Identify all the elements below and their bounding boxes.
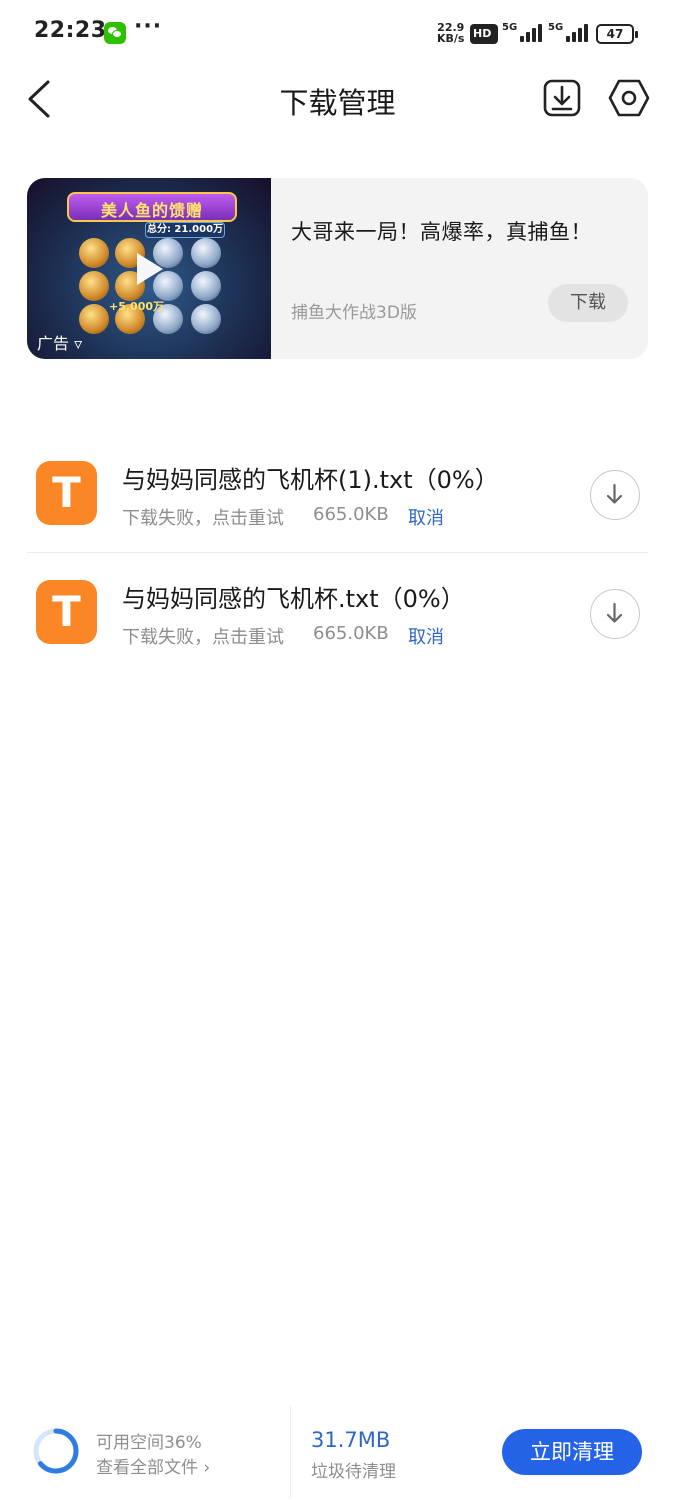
file-name: 与妈妈同感的飞机杯.txt（0%） <box>122 585 465 613</box>
storage-bar: 可用空间36% 查看全部文件 › 31.7MB 垃圾待清理 立即清理 <box>0 1400 675 1500</box>
ad-multiplier-text: +5,000万 <box>109 300 165 313</box>
status-bar: 22:23 ··· 22.9 KB/s HD 5G 5G 47 <box>0 0 675 66</box>
download-list-button[interactable] <box>543 78 581 118</box>
ad-game-banner-text: 美人鱼的馈赠 <box>100 201 203 220</box>
hd-icon: HD <box>470 24 498 44</box>
settings-button[interactable] <box>608 78 650 118</box>
junk-size: 31.7MB <box>311 1428 391 1452</box>
txt-file-icon: T <box>36 580 97 644</box>
battery-icon: 47 <box>596 24 638 44</box>
signal-2-label: 5G <box>548 22 564 33</box>
storage-ring-icon <box>33 1428 79 1474</box>
ad-coin <box>191 238 221 268</box>
download-item[interactable]: T 与妈妈同感的飞机杯(1).txt（0%） 下载失败，点击重试 665.0KB… <box>0 434 675 552</box>
download-arrow-icon <box>606 483 623 504</box>
wechat-icon <box>104 22 126 44</box>
ad-download-button[interactable]: 下载 <box>548 284 628 322</box>
ad-coin <box>79 304 109 334</box>
storage-available: 可用空间36% <box>96 1433 202 1453</box>
cancel-download-link[interactable]: 取消 <box>408 504 444 530</box>
download-status[interactable]: 下载失败，点击重试 <box>122 504 284 530</box>
ad-source: 捕鱼大作战3D版 <box>291 303 417 323</box>
retry-download-button[interactable] <box>590 470 640 520</box>
network-speed: 22.9 KB/s <box>437 22 464 44</box>
file-size: 665.0KB <box>313 623 389 644</box>
download-status[interactable]: 下载失败，点击重试 <box>122 623 284 649</box>
ad-card[interactable]: 美人鱼的馈赠 总分: 21.000万 +5,000万 广告 ▿ 大哥来一局！高爆… <box>27 178 648 359</box>
signal-1-label: 5G <box>502 22 518 33</box>
txt-file-icon: T <box>36 461 97 525</box>
ad-game-banner: 美人鱼的馈赠 <box>67 192 237 222</box>
file-name: 与妈妈同感的飞机杯(1).txt（0%） <box>122 466 499 494</box>
ad-coin <box>79 238 109 268</box>
download-item[interactable]: T 与妈妈同感的飞机杯.txt（0%） 下载失败，点击重试 665.0KB 取消 <box>0 553 675 671</box>
ad-headline[interactable]: 大哥来一局！高爆率，真捕鱼！ <box>291 216 592 246</box>
retry-download-button[interactable] <box>590 589 640 639</box>
ad-coin <box>191 271 221 301</box>
network-speed-unit: KB/s <box>437 32 465 45</box>
status-time: 22:23 <box>34 18 107 43</box>
ad-coin <box>191 304 221 334</box>
play-icon[interactable] <box>137 253 163 285</box>
ad-coin <box>79 271 109 301</box>
download-icon <box>543 79 581 117</box>
settings-icon <box>608 79 650 117</box>
junk-label: 垃圾待清理 <box>311 1462 396 1482</box>
clean-now-button[interactable]: 立即清理 <box>502 1429 642 1475</box>
divider <box>290 1406 291 1498</box>
signal-icon: 5G <box>502 22 542 44</box>
cancel-download-link[interactable]: 取消 <box>408 623 444 649</box>
ad-game-score: 总分: 21.000万 <box>145 222 225 238</box>
view-all-files-link[interactable]: 查看全部文件 › <box>96 1453 210 1478</box>
download-arrow-icon <box>606 602 623 623</box>
ad-image[interactable]: 美人鱼的馈赠 总分: 21.000万 +5,000万 广告 ▿ <box>27 178 271 359</box>
more-notifications-icon: ··· <box>134 14 163 39</box>
page-header: 下载管理 <box>0 66 675 132</box>
signal-icon: 5G <box>548 22 588 44</box>
file-size: 665.0KB <box>313 504 389 525</box>
ad-label[interactable]: 广告 ▿ <box>37 330 82 354</box>
